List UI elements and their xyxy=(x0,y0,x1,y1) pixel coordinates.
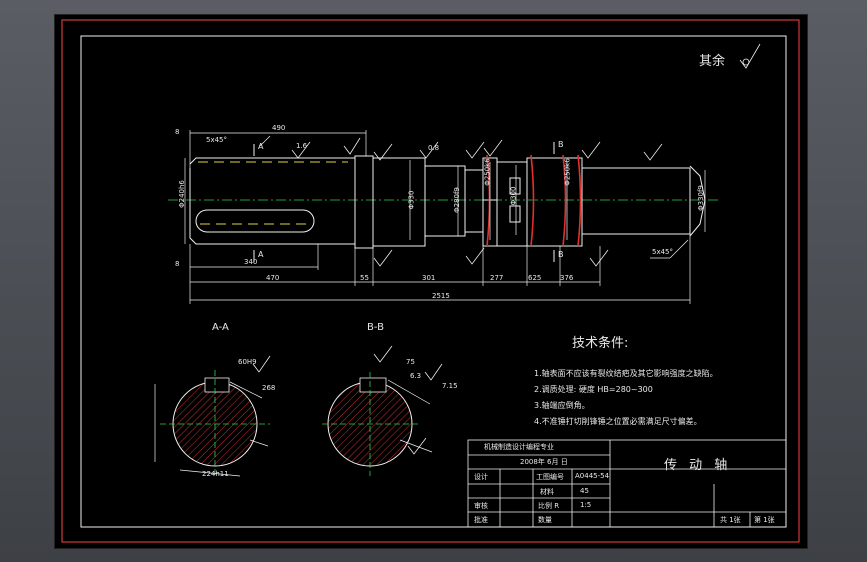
dim-490: 490 xyxy=(272,124,286,132)
dim-340: 340 xyxy=(244,258,258,266)
tech-title: 技术条件: xyxy=(572,336,629,351)
tb-material: 45 xyxy=(580,487,589,495)
sec-b-715: 7.15 xyxy=(442,382,458,390)
dimension-lines xyxy=(184,130,706,304)
edge-8-bottom: 8 xyxy=(175,260,180,268)
dim-277: 277 xyxy=(490,274,504,282)
tb-drawing-no: A0445-54 xyxy=(575,472,610,480)
tb-quantity-label: 数量 xyxy=(538,516,552,524)
tb-approver: 批准 xyxy=(474,516,488,524)
tb-school: 机械制造设计编程专业 xyxy=(484,443,554,451)
dim-total: 2515 xyxy=(432,292,450,300)
dim-301: 301 xyxy=(422,274,436,282)
sec-b-63: 6.3 xyxy=(410,372,422,380)
roughness-note: 其余 xyxy=(699,54,726,69)
dim-d-ring2: Φ250k6 xyxy=(563,158,572,186)
tb-checker: 审核 xyxy=(474,502,488,510)
sec-a-268: 268 xyxy=(262,384,276,392)
cut-b-bottom: B xyxy=(558,250,564,259)
tb-date: 2008年 6月 日 xyxy=(520,458,568,466)
tech-item-2: 2.调质处理: 硬度 HB=280~300 xyxy=(534,385,653,394)
rough-08: 0.8 xyxy=(428,144,440,152)
dim-55: 55 xyxy=(360,274,369,282)
sec-a-60: 60H9 xyxy=(238,358,257,366)
dim-d-mid: Φ330 xyxy=(407,190,416,210)
tb-material-label: 材料 xyxy=(540,488,554,496)
tb-sheet-total: 共 1张 xyxy=(720,516,741,524)
cut-b-top: B xyxy=(558,140,564,149)
tb-scale-label: 比例 R xyxy=(538,502,560,510)
rough-16: 1.6 xyxy=(296,142,308,150)
sec-a-224: 224h11 xyxy=(202,470,229,478)
tech-item-3: 3.轴端应倒角。 xyxy=(534,401,590,410)
tb-scale: 1:5 xyxy=(580,501,592,509)
title-block xyxy=(467,439,787,528)
section-b-view xyxy=(322,345,443,476)
tech-item-1: 1.轴表面不应该有裂纹结疤及其它影响强度之缺陷。 xyxy=(534,369,718,378)
section-a-label: A-A xyxy=(212,322,229,333)
shaft-outline xyxy=(189,155,706,249)
tb-sheet-no: 第 1张 xyxy=(754,516,775,524)
dim-chamfer-right: 5x45° xyxy=(652,248,674,256)
dim-d-ring1: Φ250k6 xyxy=(483,158,492,186)
tb-designer: 设计 xyxy=(474,473,488,481)
dim-d-left: Φ240h6 xyxy=(177,180,186,208)
section-a-view xyxy=(154,355,271,478)
dim-470: 470 xyxy=(266,274,280,282)
tech-item-4: 4.不准锤打切削锋锤之位置必需满足尺寸偏差。 xyxy=(534,417,702,426)
edge-8-top: 8 xyxy=(175,128,180,136)
tb-part-name: 传 动 轴 xyxy=(664,458,732,473)
dim-d-step: Φ280f9 xyxy=(452,187,461,213)
tech-list: 1.轴表面不应该有裂纹结疤及其它影响强度之缺陷。 2.调质处理: 硬度 HB=2… xyxy=(534,366,718,430)
cut-a-top: A xyxy=(258,142,264,151)
dim-d-right: Φ330f9 xyxy=(696,185,705,211)
sec-b-75: 75 xyxy=(406,358,415,366)
cad-drawing-viewport[interactable]: 其余 A-A B-B A A B B 5x45° 5x45° 490 340 4… xyxy=(54,14,808,549)
dim-d-center: Φ300 xyxy=(509,186,518,206)
dim-625: 625 xyxy=(528,274,542,282)
section-b-label: B-B xyxy=(367,322,384,333)
dim-chamfer-left: 5x45° xyxy=(206,136,228,144)
tb-drawing-no-label: 工图编号 xyxy=(536,473,564,481)
cut-a-bottom: A xyxy=(258,250,264,259)
dim-376: 376 xyxy=(560,274,574,282)
